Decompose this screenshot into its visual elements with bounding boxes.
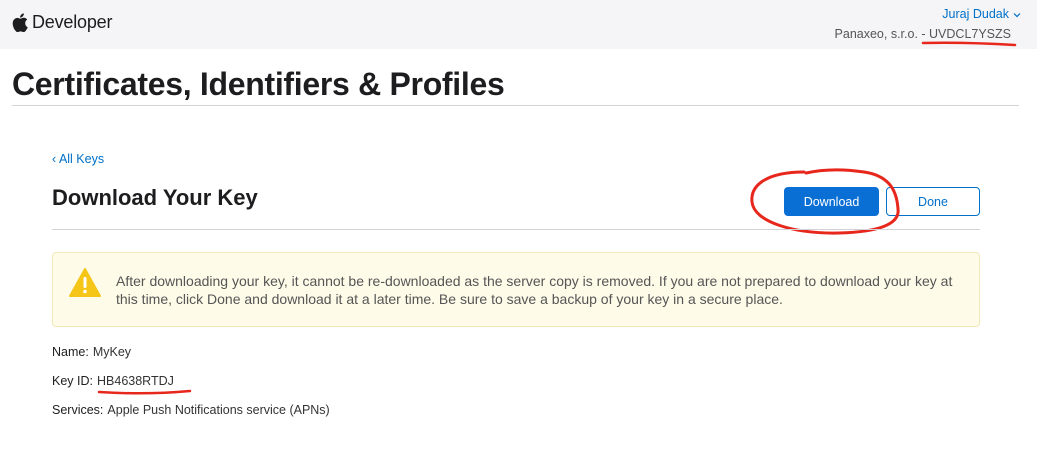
divider bbox=[12, 105, 1019, 106]
detail-key-id-row: Key ID: HB4638RTDJ bbox=[52, 374, 174, 388]
done-button[interactable]: Done bbox=[886, 187, 980, 216]
team-name: Panaxeo, s.r.o. - UVDCL7YSZS bbox=[834, 27, 1011, 41]
warning-icon bbox=[68, 267, 102, 303]
developer-brand-text: Developer bbox=[32, 12, 113, 32]
apple-logo-icon bbox=[12, 13, 28, 32]
name-label: Name: bbox=[52, 345, 89, 359]
detail-services-row: Services: Apple Push Notifications servic… bbox=[52, 403, 330, 417]
detail-name-row: Name: MyKey bbox=[52, 345, 131, 359]
section-title: Download Your Key bbox=[52, 185, 258, 210]
services-value: Apple Push Notifications service (APNs) bbox=[107, 403, 330, 417]
global-header: Developer Juraj Dudak Panaxeo, s.r.o. - … bbox=[0, 0, 1037, 49]
page-title: Certificates, Identifiers & Profiles bbox=[12, 66, 505, 102]
key-id-value: HB4638RTDJ bbox=[97, 374, 174, 388]
warning-alert: After downloading your key, it cannot be… bbox=[52, 252, 980, 327]
services-label: Services: bbox=[52, 403, 104, 417]
download-button[interactable]: Download bbox=[784, 187, 879, 216]
user-name: Juraj Dudak bbox=[942, 7, 1009, 21]
alert-message: After downloading your key, it cannot be… bbox=[116, 273, 953, 307]
chevron-down-icon bbox=[1013, 7, 1021, 21]
developer-logo[interactable]: Developer bbox=[12, 12, 112, 33]
user-menu[interactable]: Juraj Dudak bbox=[942, 7, 1021, 21]
section-divider bbox=[52, 229, 980, 230]
key-id-label: Key ID: bbox=[52, 374, 93, 388]
back-to-all-keys-link[interactable]: ‹ All Keys bbox=[52, 152, 104, 166]
name-value: MyKey bbox=[92, 345, 132, 359]
